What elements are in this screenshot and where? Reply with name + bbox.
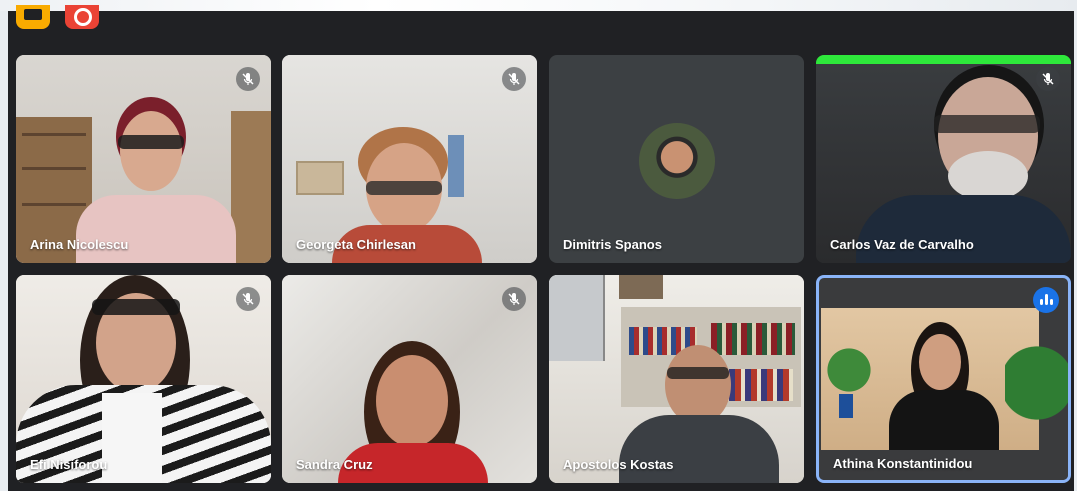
participant-tile[interactable]: Georgeta Chirlesan — [282, 55, 537, 263]
record-icon — [74, 8, 92, 26]
participant-tile[interactable]: Arina Nicolescu — [16, 55, 271, 263]
mic-off-icon — [502, 67, 526, 91]
participant-name: Sandra Cruz — [296, 457, 373, 472]
record-button[interactable] — [65, 5, 99, 29]
participant-name: Apostolos Kostas — [563, 457, 674, 472]
participant-tile[interactable]: Sandra Cruz — [282, 275, 537, 483]
participant-name: Georgeta Chirlesan — [296, 237, 416, 252]
window-top-strip — [0, 0, 1077, 11]
participant-tile-active[interactable]: Athina Konstantinidou — [816, 275, 1071, 483]
mic-off-icon — [1036, 67, 1060, 91]
participant-name: Efi Nisiforou — [30, 457, 108, 472]
speaking-icon — [1033, 287, 1059, 313]
mic-off-icon — [236, 67, 260, 91]
participant-tile[interactable]: Carlos Vaz de Carvalho — [816, 55, 1071, 263]
participant-name: Dimitris Spanos — [563, 237, 662, 252]
avatar — [639, 123, 715, 199]
participant-tile[interactable]: Efi Nisiforou — [16, 275, 271, 483]
caption-icon — [24, 9, 42, 20]
participant-tile[interactable]: Dimitris Spanos — [549, 55, 804, 263]
meeting-grid: Arina Nicolescu Georgeta Chirlesan Dimit… — [8, 5, 1074, 491]
participant-tile[interactable]: Apostolos Kostas — [549, 275, 804, 483]
speaking-indicator — [816, 55, 1071, 64]
participant-name: Carlos Vaz de Carvalho — [830, 237, 974, 252]
participant-name: Arina Nicolescu — [30, 237, 129, 252]
caption-button[interactable] — [16, 5, 50, 29]
mic-off-icon — [502, 287, 526, 311]
mic-off-icon — [236, 287, 260, 311]
participant-name: Athina Konstantinidou — [833, 456, 973, 471]
